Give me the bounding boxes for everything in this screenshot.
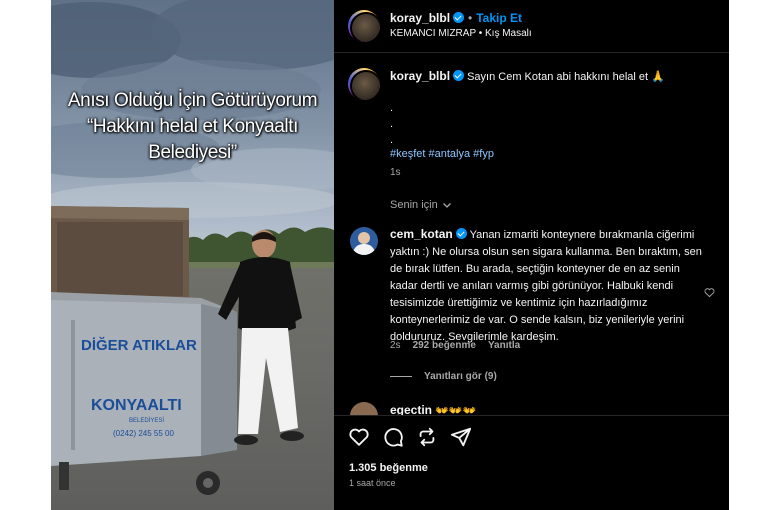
caption-author-avatar[interactable] xyxy=(348,68,380,100)
comment-icon[interactable] xyxy=(382,426,404,448)
audio-track[interactable]: KEMANCI MIZRAP • Kış Masalı xyxy=(390,28,532,39)
view-replies-button[interactable]: Yanıtları gör (9) xyxy=(390,371,497,382)
caption-username[interactable]: koray_blbl xyxy=(390,69,450,83)
comment-sort[interactable]: Senin için xyxy=(390,199,452,211)
commenter-username[interactable]: cem_kotan xyxy=(390,227,453,241)
comment-like-icon[interactable] xyxy=(704,287,715,298)
comment-body: egectin 👐👐👐 xyxy=(390,402,476,415)
comment-sort-label: Senin için xyxy=(390,199,438,211)
caption-time: 1s xyxy=(390,167,401,178)
post-header: koray_blbl • Takip Et KEMANCI MIZRAP • Kış… xyxy=(334,0,729,53)
caption-dot-1: . xyxy=(390,102,394,114)
overlay-line-1: Anısı Olduğu İçin Götürüyorum xyxy=(67,90,318,111)
header-title-row: koray_blbl • Takip Et xyxy=(390,9,522,27)
caption-text: Sayın Cem Kotan abi hakkını helal et 🙏 xyxy=(467,71,665,83)
bin-label-3: BELEDİYESİ xyxy=(129,417,164,424)
commenter-avatar[interactable] xyxy=(350,227,378,255)
comments-list[interactable]: koray_blbl Sayın Cem Kotan abi hakkını h… xyxy=(334,54,729,415)
separator-dot: • xyxy=(468,11,473,25)
comment-likes[interactable]: 292 beğenme xyxy=(413,340,476,351)
bin-phone: (0242) 245 55 00 xyxy=(113,429,174,438)
person xyxy=(218,230,304,445)
heart-icon[interactable] xyxy=(348,426,370,448)
overlay-line-2: “Hakkını helal et Konyaaltı xyxy=(87,116,298,137)
view-replies-label: Yanıtları gör (9) xyxy=(424,371,497,382)
post-media[interactable]: DİĞER ATIKLAR KONYAALTI BELEDİYESİ (0242… xyxy=(51,0,334,510)
post-actions: 1.305 beğenme 1 saat önce xyxy=(334,415,729,510)
repost-icon[interactable] xyxy=(416,426,438,448)
commenter-avatar[interactable] xyxy=(350,402,378,415)
author-avatar[interactable] xyxy=(348,10,380,42)
post-modal: DİĞER ATIKLAR KONYAALTI BELEDİYESİ (0242… xyxy=(51,0,729,510)
verified-badge-icon xyxy=(453,70,465,81)
caption-dot-2: . xyxy=(390,118,394,130)
caption-hashtags[interactable]: #keşfet #antalya #fyp xyxy=(390,146,494,163)
verified-badge-icon xyxy=(455,228,467,239)
replies-divider xyxy=(390,376,412,377)
follow-button[interactable]: Takip Et xyxy=(476,11,522,25)
author-username[interactable]: koray_blbl xyxy=(390,11,450,25)
chevron-down-icon xyxy=(442,203,451,208)
comment-body: cem_kotan Yanan izmariti konteynere bıra… xyxy=(390,226,706,346)
comment-text: 👐👐👐 xyxy=(435,405,477,415)
comment-time: 2s xyxy=(390,340,401,351)
share-icon[interactable] xyxy=(450,426,472,448)
verified-badge-icon xyxy=(453,12,465,23)
overlay-line-3: Belediyesi” xyxy=(148,142,237,163)
bin-label-2: KONYAALTI xyxy=(91,397,182,414)
media-overlay-text: Anısı Olduğu İçin Götürüyorum “Hakkını h… xyxy=(51,88,334,166)
post-side-panel: koray_blbl • Takip Et KEMANCI MIZRAP • Kış… xyxy=(334,0,729,510)
waste-container: DİĞER ATIKLAR KONYAALTI BELEDİYESİ (0242… xyxy=(51,206,237,495)
bin-label-1: DİĞER ATIKLAR xyxy=(81,336,197,354)
comment-text: Yanan izmariti konteynere bırakmanla ciğ… xyxy=(390,229,702,343)
comment-meta: 2s 292 beğenme Yanıtla xyxy=(390,340,520,351)
post-likes-count[interactable]: 1.305 beğenme xyxy=(349,462,428,474)
comment-reply-button[interactable]: Yanıtla xyxy=(488,340,520,351)
caption-text-row: koray_blbl Sayın Cem Kotan abi hakkını h… xyxy=(390,68,710,86)
commenter-username[interactable]: egectin xyxy=(390,403,432,415)
post-time: 1 saat önce xyxy=(349,478,396,488)
